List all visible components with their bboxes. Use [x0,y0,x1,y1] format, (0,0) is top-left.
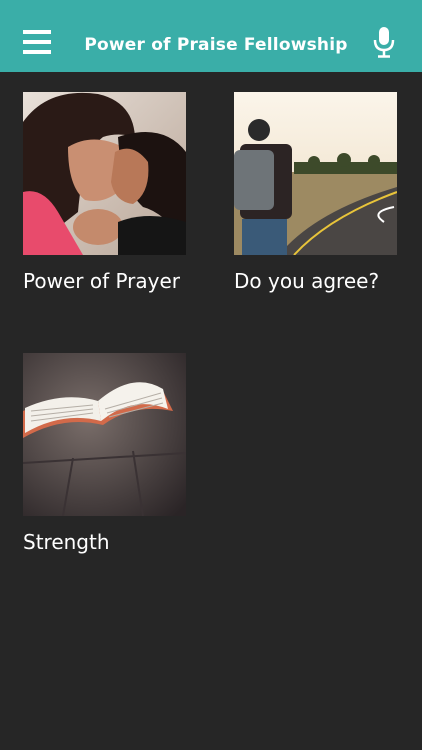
card-power-of-prayer[interactable]: Power of Prayer [23,92,187,302]
microphone-icon[interactable] [372,26,396,58]
menu-bar-top [23,30,51,34]
app-title: Power of Praise Fellowship [84,35,348,55]
card-strength[interactable]: Strength [23,353,187,563]
man-backpack-road-image [234,92,397,255]
card-label: Power of Prayer [23,269,181,293]
hamburger-menu-icon[interactable] [23,30,51,54]
card-label: Do you agree? [234,269,380,293]
card-do-you-agree[interactable]: Do you agree? [234,92,398,302]
card-label: Strength [23,530,110,554]
mother-daughter-praying-image [23,92,186,255]
menu-bar-middle [23,40,51,44]
app-header: Power of Praise Fellowship [0,0,422,72]
menu-bar-bottom [23,50,51,54]
open-bible-image [23,353,186,516]
